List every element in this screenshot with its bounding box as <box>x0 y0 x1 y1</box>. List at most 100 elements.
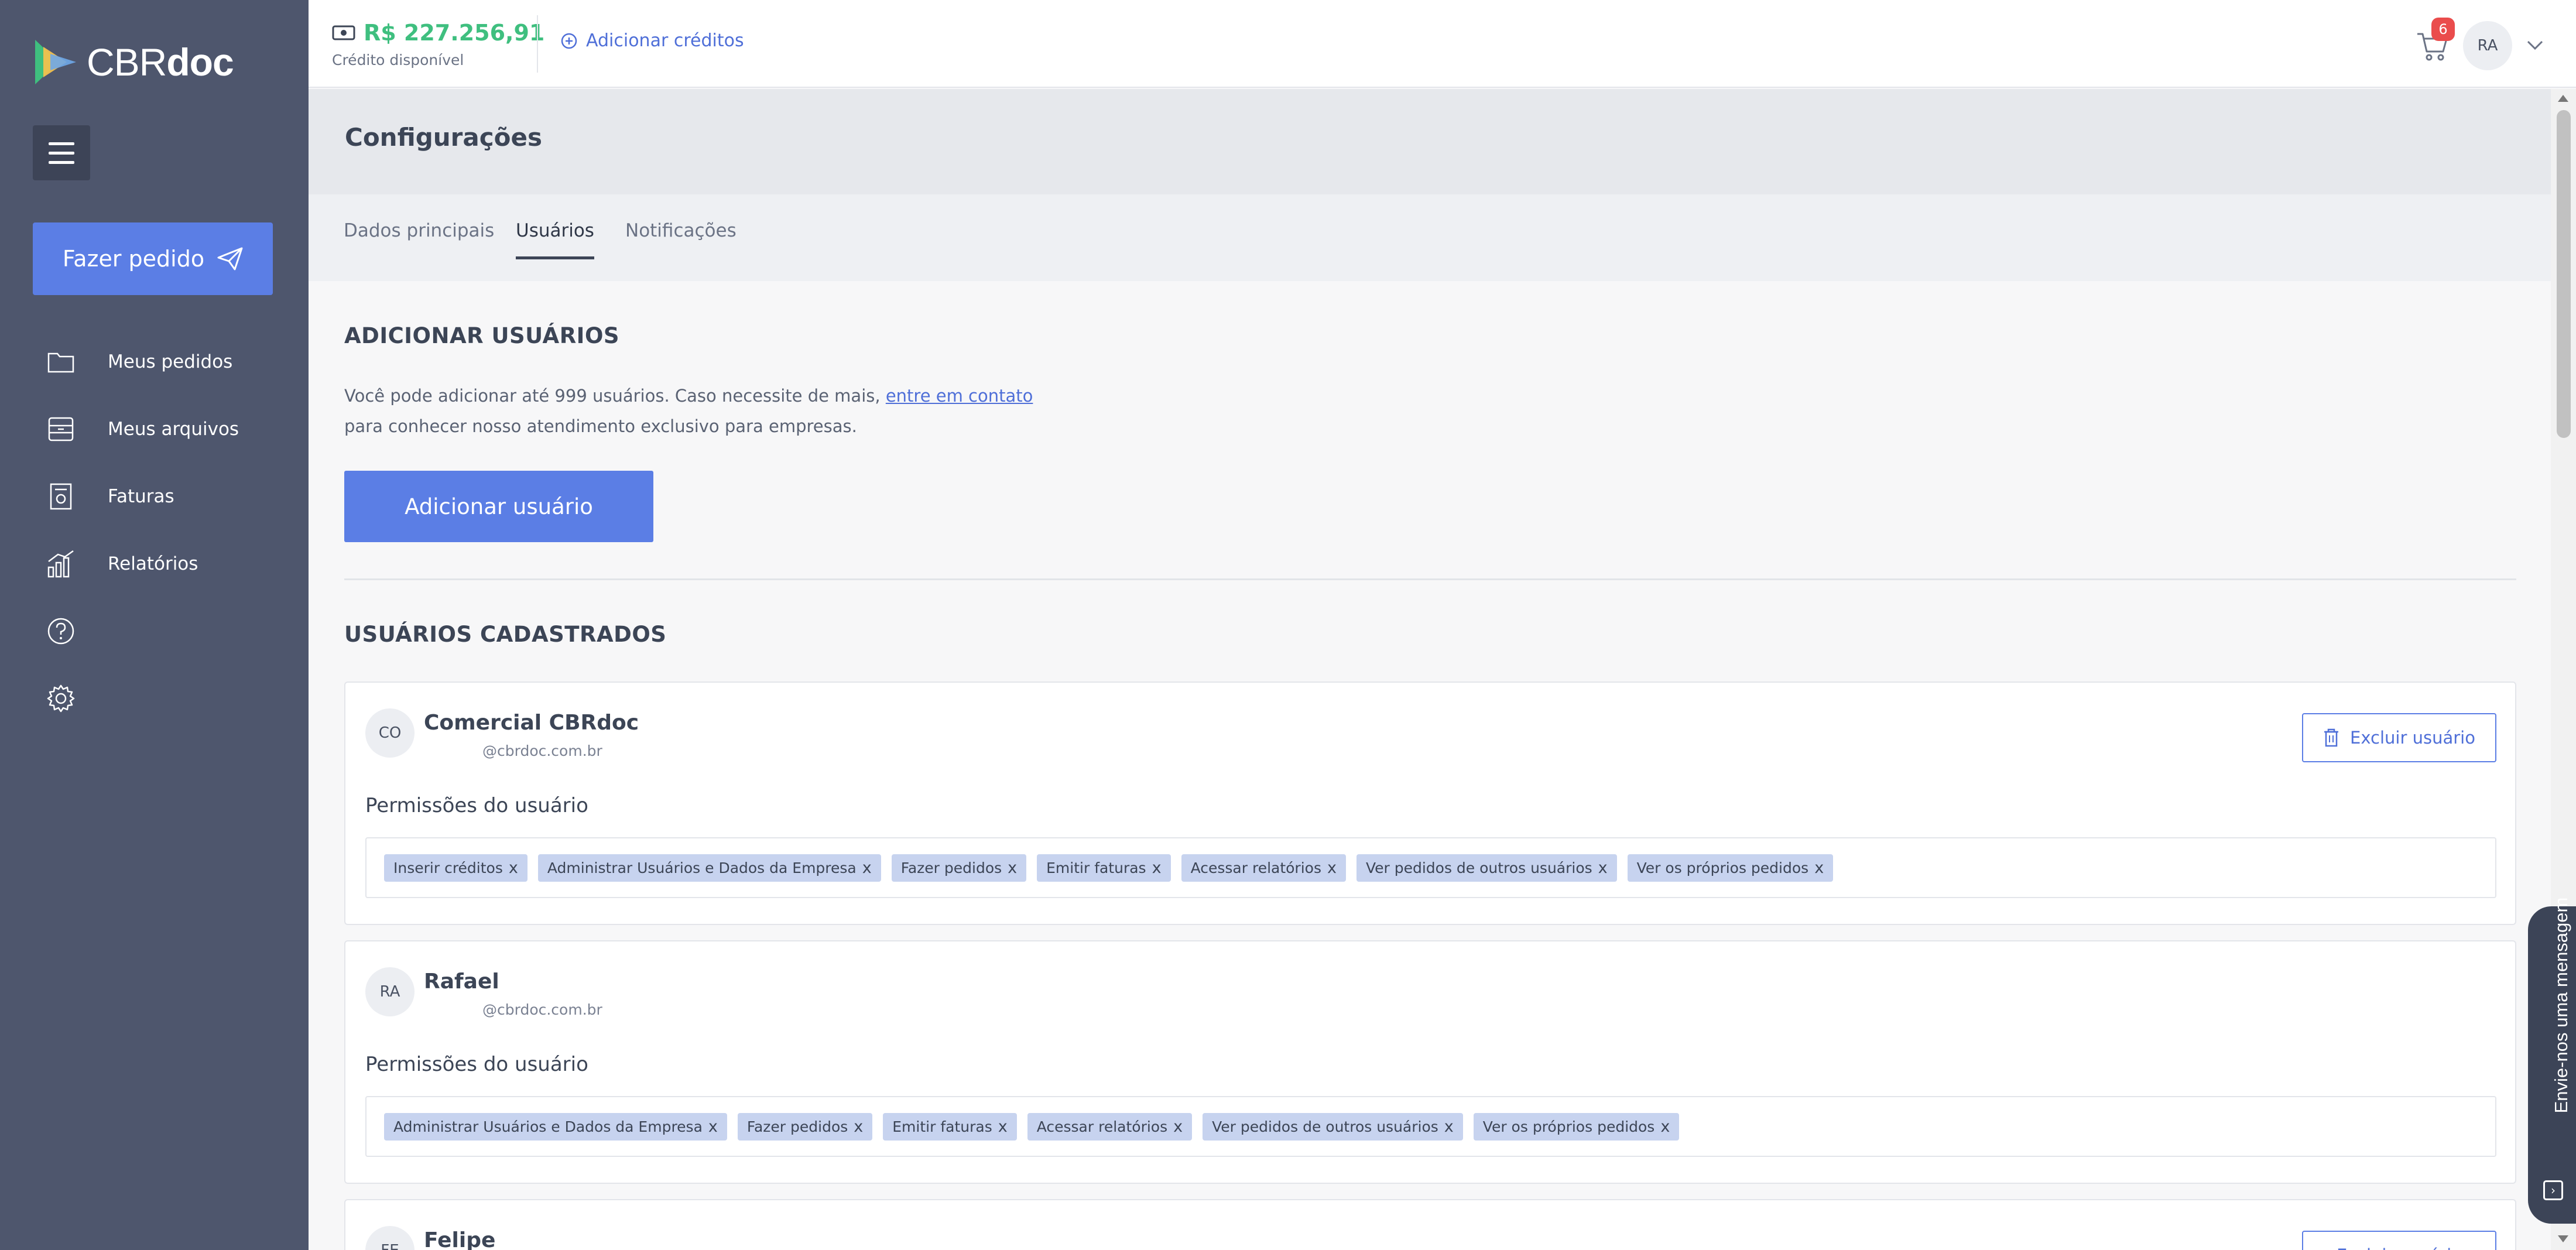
permission-chip: Ver os próprios pedidos x <box>1627 854 1834 882</box>
page-title: Configurações <box>345 123 542 152</box>
user-name: Rafael <box>424 970 499 994</box>
permission-label: Acessar relatórios <box>1036 1118 1168 1135</box>
remove-permission-button[interactable]: x <box>998 1118 1008 1136</box>
permission-label: Ver os próprios pedidos <box>1636 859 1809 876</box>
hamburger-icon-line <box>49 160 74 164</box>
remove-permission-button[interactable]: x <box>1152 859 1162 877</box>
registered-users-heading: USUÁRIOS CADASTRADOS <box>344 622 667 647</box>
permission-chip: Administrar Usuários e Dados da Empresa x <box>384 1112 727 1141</box>
permission-label: Ver os próprios pedidos <box>1482 1118 1655 1135</box>
credit-amount: R$ 227.256,91 <box>364 20 545 46</box>
chat-expand-icon: › <box>2543 1180 2563 1200</box>
permission-chip: Ver pedidos de outros usuários x <box>1203 1112 1463 1141</box>
credit-label: Crédito disponível <box>332 52 464 69</box>
delete-user-button[interactable]: Excluir usuário <box>2302 1231 2496 1250</box>
credit-amount-row: R$ 227.256,91 <box>332 20 544 46</box>
add-credits-link[interactable]: Adicionar créditos <box>560 30 744 51</box>
menu-toggle-button[interactable] <box>33 125 90 180</box>
remove-permission-button[interactable]: x <box>708 1118 718 1136</box>
chevron-down-icon[interactable] <box>2525 36 2545 54</box>
add-users-text-end: para conhecer nosso atendimento exclusiv… <box>344 416 857 436</box>
remove-permission-button[interactable]: x <box>1327 859 1337 877</box>
scroll-up-icon[interactable] <box>2558 95 2568 102</box>
help-icon <box>46 616 76 646</box>
sidebar-item-faturas[interactable]: Faturas <box>0 463 309 530</box>
chat-widget-tab[interactable]: Envie-nos uma mensagem › <box>2528 898 2576 1224</box>
permissions-label: Permissões do usuário <box>365 794 588 817</box>
sidebar-item-settings[interactable] <box>0 665 309 732</box>
permission-chip: Fazer pedidos x <box>891 854 1027 882</box>
user-name: Comercial CBRdoc <box>424 711 639 735</box>
permission-chip: Fazer pedidos x <box>737 1112 873 1141</box>
top-bar: R$ 227.256,91 Crédito disponível Adicion… <box>309 0 2576 88</box>
tab-notificacoes[interactable]: Notificações <box>625 220 737 256</box>
plus-circle-icon <box>561 33 577 49</box>
user-email: @cbrdoc.com.br <box>482 742 602 759</box>
sidebar-item-relatorios[interactable]: Relatórios <box>0 530 309 597</box>
permission-label: Ver pedidos de outros usuários <box>1365 859 1592 876</box>
permission-label: Emitir faturas <box>892 1118 992 1135</box>
delete-user-button[interactable]: Excluir usuário <box>2302 713 2496 762</box>
permission-label: Inserir créditos <box>393 859 503 876</box>
user-card: CO Comercial CBRdoc @cbrdoc.com.br Exclu… <box>344 681 2516 925</box>
delete-user-label: Excluir usuário <box>2350 728 2475 748</box>
new-order-label: Fazer pedido <box>62 246 205 272</box>
new-order-button[interactable]: Fazer pedido <box>33 222 273 295</box>
remove-permission-button[interactable]: x <box>1814 859 1824 877</box>
sidebar-item-label: Relatórios <box>108 553 198 574</box>
permission-chip: Acessar relatórios x <box>1027 1112 1193 1141</box>
user-card: RA Rafael @cbrdoc.com.br Permissões do u… <box>344 940 2516 1184</box>
delete-user-label: Excluir usuário <box>2337 1245 2462 1250</box>
sidebar-item-meus-arquivos[interactable]: Meus arquivos <box>0 395 309 463</box>
add-users-text-start: Você pode adicionar até 999 usuários. Ca… <box>344 386 886 406</box>
remove-permission-button[interactable]: x <box>854 1118 863 1136</box>
tab-dados-principais[interactable]: Dados principais <box>344 220 494 256</box>
permissions-label: Permissões do usuário <box>365 1053 588 1076</box>
money-icon <box>332 25 355 40</box>
brand-name: CBRdoc <box>87 40 234 84</box>
remove-permission-button[interactable]: x <box>862 859 872 877</box>
sidebar-nav: Meus pedidos Meus arquivos Faturas Relat… <box>0 328 309 732</box>
scroll-thumb[interactable] <box>2557 110 2571 438</box>
hamburger-icon-line <box>49 151 74 155</box>
cart-count-badge: 6 <box>2431 18 2455 41</box>
permission-label: Administrar Usuários e Dados da Empresa <box>393 1118 703 1135</box>
brand-logo[interactable]: CBRdoc <box>33 39 234 85</box>
user-avatar[interactable]: RA <box>2463 21 2512 70</box>
sidebar-item-meus-pedidos[interactable]: Meus pedidos <box>0 328 309 395</box>
contact-link[interactable]: entre em contato <box>886 386 1033 406</box>
tab-usuarios[interactable]: Usuários <box>516 220 594 259</box>
permission-chip: Acessar relatórios x <box>1181 854 1346 882</box>
avatar: CO <box>365 708 415 758</box>
add-credits-label: Adicionar créditos <box>586 30 744 51</box>
sidebar-item-label: Meus pedidos <box>108 351 233 372</box>
divider <box>537 15 538 73</box>
chat-label: Envie-nos uma mensagem <box>2551 897 2571 1114</box>
brand-name-light: CBR <box>87 40 167 84</box>
remove-permission-button[interactable]: x <box>1008 859 1017 877</box>
folder-icon <box>46 347 76 377</box>
add-users-text: Você pode adicionar até 999 usuários. Ca… <box>344 381 1059 441</box>
page-header: Configurações <box>309 89 2551 194</box>
permissions-field[interactable]: Administrar Usuários e Dados da Empresa x… <box>365 1096 2496 1157</box>
sidebar-item-help[interactable] <box>0 597 309 665</box>
remove-permission-button[interactable]: x <box>1444 1118 1454 1136</box>
remove-permission-button[interactable]: x <box>1173 1118 1183 1136</box>
scroll-down-icon[interactable] <box>2558 1235 2568 1242</box>
add-user-button[interactable]: Adicionar usuário <box>344 471 653 542</box>
brand-name-bold: doc <box>166 40 234 84</box>
permission-label: Administrar Usuários e Dados da Empresa <box>547 859 857 876</box>
send-icon <box>217 247 243 270</box>
permission-label: Emitir faturas <box>1046 859 1146 876</box>
sidebar-item-label: Faturas <box>108 485 174 507</box>
section-divider <box>344 578 2516 580</box>
permission-label: Ver pedidos de outros usuários <box>1212 1118 1438 1135</box>
sidebar: CBRdoc Fazer pedido Meus pedidos Meus ar… <box>0 0 309 1250</box>
remove-permission-button[interactable]: x <box>1660 1118 1670 1136</box>
remove-permission-button[interactable]: x <box>509 859 518 877</box>
user-card: FE Felipe Excluir usuário <box>344 1199 2516 1250</box>
permission-chip: Administrar Usuários e Dados da Empresa x <box>537 854 881 882</box>
permissions-field[interactable]: Inserir créditos x Administrar Usuários e… <box>365 837 2496 898</box>
remove-permission-button[interactable]: x <box>1598 859 1608 877</box>
settings-tabs: Dados principais Usuários Notificações <box>309 194 2551 281</box>
